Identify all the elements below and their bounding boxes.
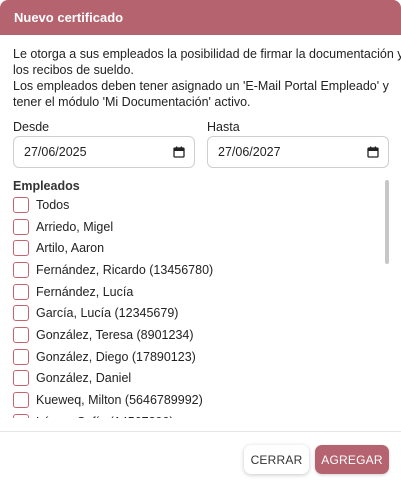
employee-checkbox[interactable] [13, 370, 29, 387]
employee-name: García, Lucía (12345679) [36, 306, 179, 321]
employee-checkbox[interactable] [13, 283, 29, 300]
employee-item[interactable]: Arriedo, Migel [0, 216, 380, 238]
to-date-input[interactable]: 27/06/2027 [207, 136, 389, 168]
employees-label: Empleados [13, 179, 80, 193]
modal-header: Nuevo certificado [0, 0, 401, 35]
employee-checkbox[interactable] [13, 305, 29, 322]
description-line: Le otorga a sus empleados la posibilidad… [13, 47, 401, 61]
employee-checkbox[interactable] [13, 240, 29, 257]
employee-list-scrollbar[interactable] [385, 180, 389, 264]
employee-checkbox[interactable] [13, 218, 29, 235]
from-date-value: 27/06/2025 [24, 145, 87, 159]
employee-name: Todos [36, 197, 70, 212]
calendar-icon[interactable] [173, 146, 185, 158]
from-date-input[interactable]: 27/06/2025 [13, 136, 195, 168]
description-line: Los empleados deben tener asignado un 'E… [13, 79, 389, 93]
description-line: tener el módulo 'Mi Documentación' activ… [13, 95, 251, 109]
employee-checkbox[interactable] [13, 326, 29, 343]
employee-name: Artilo, Aaron [36, 241, 105, 256]
employee-checkbox[interactable] [13, 348, 29, 365]
employee-item[interactable]: López, Sofía (14567890) [0, 411, 380, 418]
employee-item[interactable]: González, Daniel [0, 368, 380, 390]
employee-checkbox[interactable] [13, 392, 29, 409]
modal-title: Nuevo certificado [14, 10, 124, 25]
new-certificate-modal: Nuevo certificado Le otorga a sus emplea… [0, 0, 401, 484]
calendar-icon[interactable] [367, 146, 379, 158]
description-text: Le otorga a sus empleados la posibilidad… [13, 46, 401, 110]
description-line: los recibos de sueldo. [13, 63, 134, 77]
employee-name: López, Sofía (14567890) [36, 415, 174, 418]
employee-item[interactable]: González, Diego (17890123) [0, 346, 380, 368]
close-button[interactable]: CERRAR [244, 445, 309, 474]
employee-item[interactable]: Artilo, Aaron [0, 237, 380, 259]
employee-name: González, Diego (17890123) [36, 349, 196, 364]
employee-item[interactable]: Fernández, Lucía [0, 281, 380, 303]
employee-item[interactable]: Kueweq, Milton (5646789992) [0, 389, 380, 411]
employee-name: Fernández, Ricardo (13456780) [36, 262, 214, 277]
from-date-label: Desde [13, 120, 50, 134]
to-date-label: Hasta [207, 120, 240, 134]
employee-checkbox[interactable] [13, 413, 29, 418]
employee-name: González, Teresa (8901234) [36, 327, 194, 342]
add-button[interactable]: AGREGAR [315, 445, 389, 474]
employee-item[interactable]: Fernández, Ricardo (13456780) [0, 259, 380, 281]
employee-checkbox[interactable] [13, 196, 29, 213]
employee-item[interactable]: Todos [0, 194, 380, 216]
employee-name: Arriedo, Migel [36, 219, 114, 234]
employee-item[interactable]: García, Lucía (12345679) [0, 302, 380, 324]
to-date-value: 27/06/2027 [218, 145, 281, 159]
employee-name: González, Daniel [36, 371, 132, 386]
employee-list[interactable]: Todos Arriedo, Migel Artilo, Aaron Fernánde… [0, 194, 380, 418]
employee-checkbox[interactable] [13, 261, 29, 278]
footer-divider [0, 431, 401, 432]
employee-name: Fernández, Lucía [36, 284, 134, 299]
employee-name: Kueweq, Milton (5646789992) [36, 393, 203, 408]
employee-item[interactable]: González, Teresa (8901234) [0, 324, 380, 346]
